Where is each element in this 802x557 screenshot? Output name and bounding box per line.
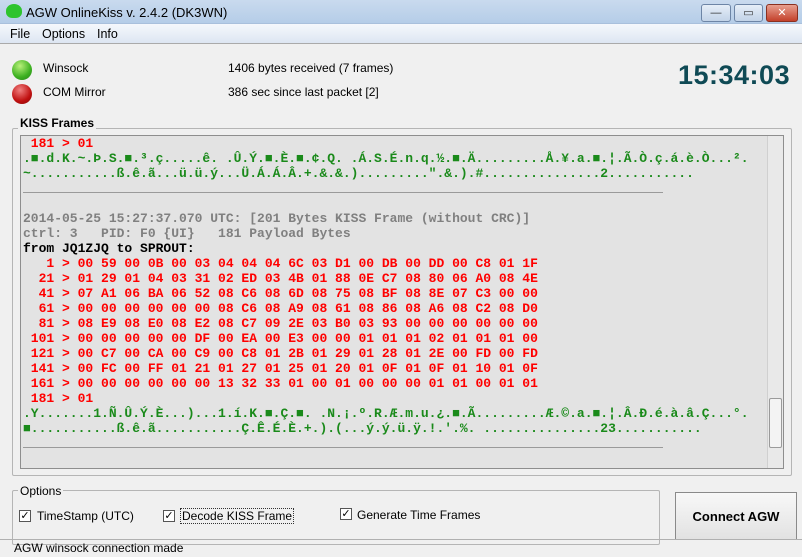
log-line: ■...........ß.ê.ã...........Ç.Ê.É.È.+.).… <box>23 421 702 436</box>
log-line: 181 > 01 <box>23 391 94 406</box>
com-mirror-label: COM Mirror <box>43 85 106 99</box>
kiss-frames-log[interactable]: 181 > 01 .■.d.K.~.Þ.S.■.³.ç.....ê. .Û.Ý.■… <box>20 135 784 469</box>
menu-bar: File Options Info <box>0 24 802 44</box>
winsock-status-led <box>12 60 32 80</box>
app-icon <box>6 4 22 18</box>
generate-time-frames-label[interactable]: Generate Time Frames <box>357 508 480 522</box>
menu-options[interactable]: Options <box>42 27 85 41</box>
kiss-frames-label: KISS Frames <box>18 116 97 130</box>
timestamp-label[interactable]: TimeStamp (UTC) <box>37 509 134 523</box>
connect-agw-button[interactable]: Connect AGW <box>675 492 797 540</box>
log-line: .■.d.K.~.Þ.S.■.³.ç.....ê. .Û.Ý.■.È.■.¢.Q… <box>23 151 749 166</box>
log-line: 121 > 00 C7 00 CA 00 C9 00 C8 01 2B 01 2… <box>23 346 538 361</box>
log-line: 181 > 01 <box>23 136 94 151</box>
minimize-button[interactable]: — <box>701 4 731 22</box>
window-title: AGW OnlineKiss v. 2.4.2 (DK3WN) <box>26 5 228 20</box>
log-line: from JQ1ZJQ to SPROUT: <box>23 241 195 256</box>
log-line: 21 > 01 29 01 04 03 31 02 ED 03 4B 01 88… <box>23 271 538 286</box>
log-lines: 181 > 01 .■.d.K.~.Þ.S.■.³.ç.....ê. .Û.Ý.■… <box>23 136 749 451</box>
decode-kiss-checkbox[interactable]: ✓ <box>163 510 175 522</box>
winsock-info: 1406 bytes received (7 frames) <box>228 61 394 75</box>
log-line: 161 > 00 00 00 00 00 00 13 32 33 01 00 0… <box>23 376 538 391</box>
log-divider <box>23 181 749 196</box>
log-line: ~...........ß.ê.ã...ü.ü.ý...Ü.Á.Á.Â.+.&.… <box>23 166 694 181</box>
close-button[interactable]: ✕ <box>766 4 798 22</box>
log-line: 141 > 00 FC 00 FF 01 21 01 27 01 25 01 2… <box>23 361 538 376</box>
log-line: 41 > 07 A1 06 BA 06 52 08 C6 08 6D 08 75… <box>23 286 538 301</box>
log-line: 61 > 00 00 00 00 00 00 08 C6 08 A9 08 61… <box>23 301 538 316</box>
status-bar: AGW winsock connection made <box>0 539 802 557</box>
maximize-button[interactable]: ▭ <box>734 4 763 22</box>
vertical-scrollbar[interactable] <box>767 136 783 468</box>
winsock-label: Winsock <box>43 61 89 75</box>
log-line: 1 > 00 59 00 0B 00 03 04 04 04 6C 03 D1 … <box>23 256 538 271</box>
clock: 15:34:03 <box>678 60 791 90</box>
log-line: .Y.......1.Ñ.Û.Ý.È...)...1.í.K.■.Ç.■. .N… <box>23 406 749 421</box>
com-mirror-info: 386 sec since last packet [2] <box>228 85 379 99</box>
timestamp-checkbox[interactable]: ✓ <box>19 510 31 522</box>
generate-time-frames-checkbox[interactable]: ✓ <box>340 508 352 520</box>
log-line: 81 > 08 E9 08 E0 08 E2 08 C7 09 2E 03 B0… <box>23 316 538 331</box>
menu-info[interactable]: Info <box>97 27 118 41</box>
log-line: 101 > 00 00 00 00 00 DF 00 EA 00 E3 00 0… <box>23 331 538 346</box>
com-mirror-status-led <box>12 84 32 104</box>
options-label: Options <box>18 484 64 498</box>
log-line: 2014-05-25 15:27:37.070 UTC: [201 Bytes … <box>23 211 531 226</box>
decode-kiss-label[interactable]: Decode KISS Frame <box>180 508 295 524</box>
log-line: ctrl: 3 PID: F0 {UI} 181 Payload Bytes <box>23 226 351 241</box>
scrollbar-thumb[interactable] <box>769 398 782 448</box>
title-bar: AGW OnlineKiss v. 2.4.2 (DK3WN) — ▭ ✕ <box>0 0 802 24</box>
menu-file[interactable]: File <box>10 27 30 41</box>
log-divider <box>23 436 749 451</box>
